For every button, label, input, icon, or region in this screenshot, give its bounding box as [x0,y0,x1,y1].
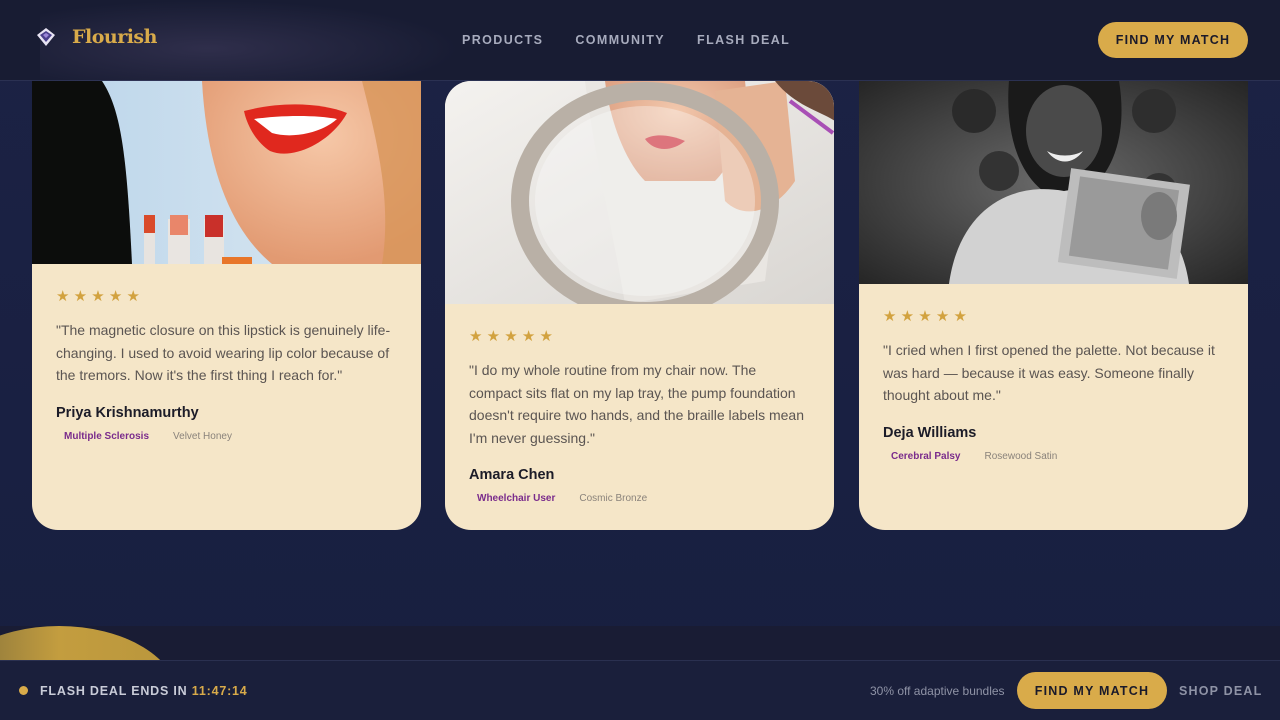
reviewer-name: Priya Krishnamurthy [56,404,199,421]
nav-item-products[interactable]: PRODUCTS [462,33,543,47]
flash-deal-countdown: FLASH DEAL ENDS IN 11:47:14 [40,684,248,698]
reviewer-tags: Cerebral Palsy Rosewood Satin [883,451,1224,462]
testimonial-body: ★ ★ ★ ★ ★ "The magnetic closure on this … [56,287,397,442]
condition-tag[interactable]: Cerebral Palsy [891,451,961,462]
flash-deal-bar: FLASH DEAL ENDS IN 11:47:14 30% off adap… [0,660,1280,720]
brand-name: Flourish [72,26,157,48]
top-header: Flourish PRODUCTS COMMUNITY FLASH DEAL F… [0,0,1280,81]
testimonial-quote: "The magnetic closure on this lipstick i… [56,322,391,383]
shade-tag[interactable]: Velvet Honey [173,431,232,442]
star-rating: ★ ★ ★ ★ ★ [883,308,967,325]
testimonial-card: ★ ★ ★ ★ ★ "I cried when I first opened t… [859,81,1248,530]
testimonial-photo [32,81,421,264]
reviewer-tags: Wheelchair User Cosmic Bronze [469,493,810,504]
reviewer-name: Deja Williams [883,424,977,441]
testimonial-card: ★ ★ ★ ★ ★ "I do my whole routine from my… [445,81,834,530]
shade-tag[interactable]: Rosewood Satin [985,451,1058,462]
live-dot-icon [19,686,28,695]
main-nav: PRODUCTS COMMUNITY FLASH DEAL [462,33,790,47]
shade-tag[interactable]: Cosmic Bronze [579,493,647,504]
testimonial-body: ★ ★ ★ ★ ★ "I cried when I first opened t… [883,307,1224,462]
reviewer-name: Amara Chen [469,467,555,483]
testimonial-photo [859,81,1248,284]
flash-deal-label: FLASH DEAL ENDS IN [40,684,188,698]
countdown-timer: 11:47:14 [191,684,248,698]
promo-text: 30% off adaptive bundles [870,684,1005,698]
nav-item-community[interactable]: COMMUNITY [575,33,665,47]
reviewer-tags: Multiple Sclerosis Velvet Honey [56,431,397,442]
nav-item-flash-deal[interactable]: FLASH DEAL [697,33,790,47]
brand-logo[interactable]: Flourish [36,26,157,48]
testimonial-body: ★ ★ ★ ★ ★ "I do my whole routine from my… [469,327,810,504]
testimonial-card: ★ ★ ★ ★ ★ "The magnetic closure on this … [32,81,421,530]
gem-icon [36,27,56,47]
condition-tag[interactable]: Multiple Sclerosis [64,431,149,442]
testimonial-quote: "I cried when I first opened the palette… [883,342,1215,403]
testimonial-quote: "I do my whole routine from my chair now… [469,362,804,446]
flash-strip [0,626,1280,660]
star-rating: ★ ★ ★ ★ ★ [56,288,140,305]
testimonial-photo [445,81,834,304]
star-rating: ★ ★ ★ ★ ★ [469,328,553,345]
find-my-match-button[interactable]: FIND MY MATCH [1098,22,1248,58]
condition-tag[interactable]: Wheelchair User [477,493,555,504]
shop-deal-link[interactable]: SHOP DEAL [1179,684,1263,698]
find-my-match-button[interactable]: FIND MY MATCH [1017,672,1167,709]
